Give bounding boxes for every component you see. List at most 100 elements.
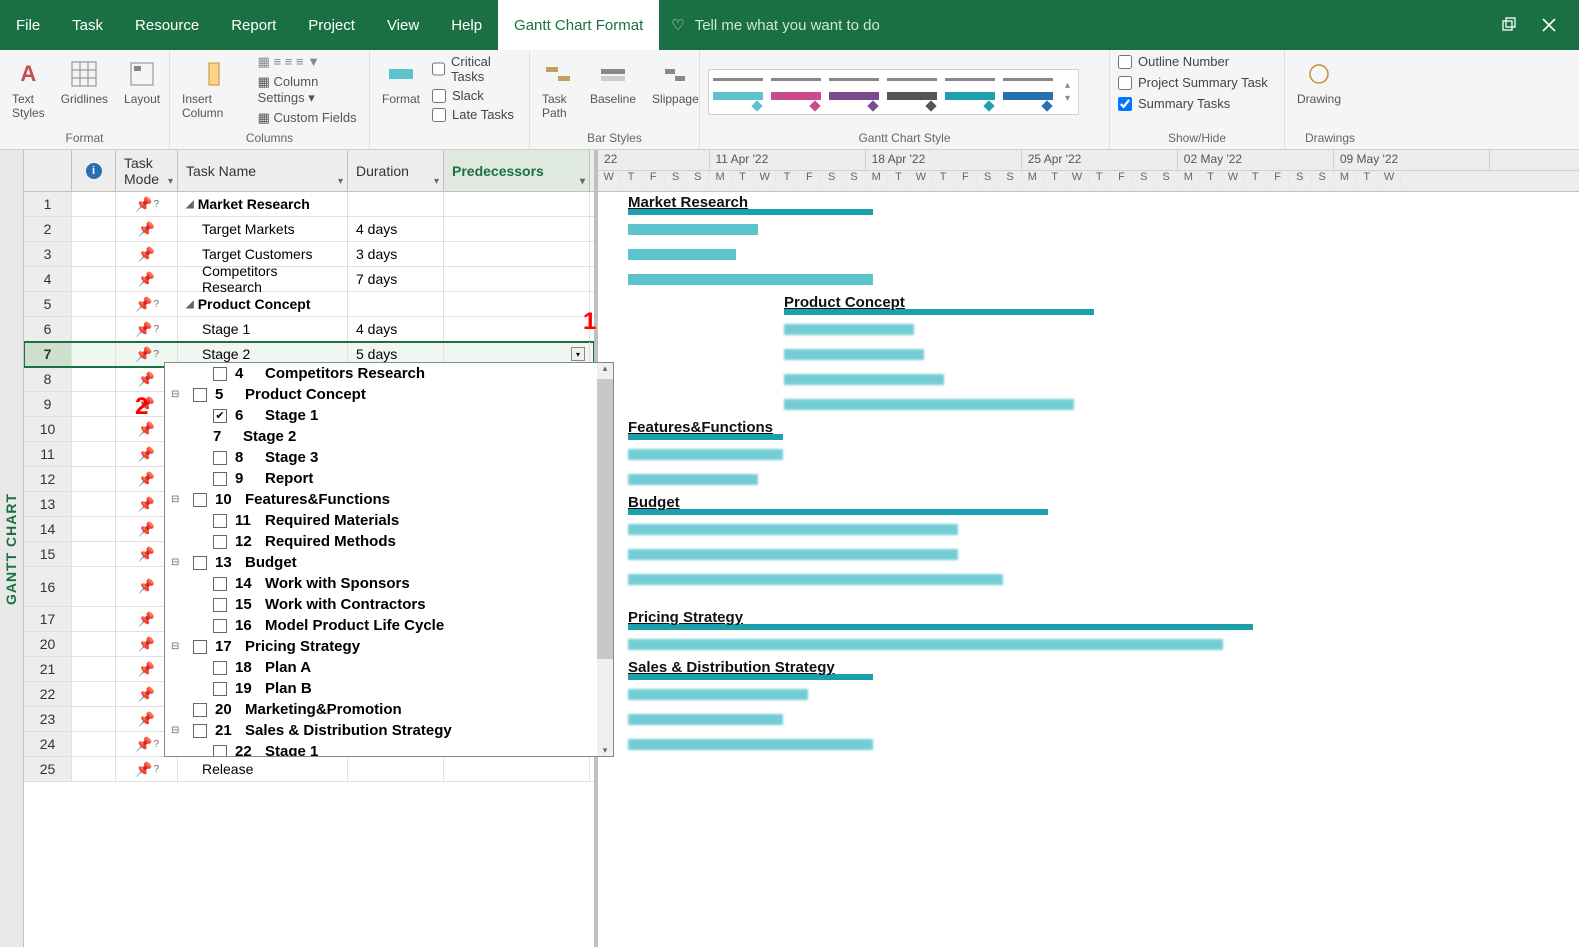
row-number[interactable]: 12: [24, 467, 72, 491]
menu-report[interactable]: Report: [215, 0, 292, 50]
duration-cell[interactable]: [348, 757, 444, 781]
predecessor-option[interactable]: 4Competitors Research: [165, 363, 613, 384]
table-row[interactable]: 5📌◢Product Concept: [24, 292, 594, 317]
checkbox-icon[interactable]: [213, 472, 227, 486]
predecessor-option[interactable]: 10Features&Functions: [165, 489, 613, 510]
task-bar[interactable]: [784, 324, 914, 335]
task-bar[interactable]: [628, 714, 783, 725]
late-tasks-checkbox[interactable]: Late Tasks: [432, 107, 521, 122]
outline-number-checkbox[interactable]: Outline Number: [1118, 54, 1268, 69]
row-number[interactable]: 10: [24, 417, 72, 441]
header-predecessors[interactable]: Predecessors▾: [444, 150, 590, 191]
predecessor-option[interactable]: 17Pricing Strategy: [165, 636, 613, 657]
predecessor-option[interactable]: 11Required Materials: [165, 510, 613, 531]
task-bar[interactable]: [628, 474, 758, 485]
predecessors-cell[interactable]: [444, 292, 590, 316]
duration-cell[interactable]: [348, 292, 444, 316]
row-number[interactable]: 11: [24, 442, 72, 466]
window-close-icon[interactable]: [1539, 15, 1559, 35]
row-number[interactable]: 23: [24, 707, 72, 731]
menu-project[interactable]: Project: [292, 0, 371, 50]
summary-bar[interactable]: [628, 509, 1048, 515]
task-mode-cell[interactable]: 📌: [116, 317, 178, 341]
project-summary-checkbox[interactable]: Project Summary Task: [1118, 75, 1268, 90]
row-number[interactable]: 16: [24, 567, 72, 606]
checkbox-icon[interactable]: [193, 724, 207, 738]
duration-cell[interactable]: 4 days: [348, 217, 444, 241]
task-mode-cell[interactable]: 📌: [116, 242, 178, 266]
predecessors-cell[interactable]: [444, 317, 590, 341]
row-number[interactable]: 2: [24, 217, 72, 241]
collapse-icon[interactable]: ◢: [186, 299, 194, 310]
task-bar[interactable]: [628, 224, 758, 235]
task-mode-cell[interactable]: 📌: [116, 292, 178, 316]
predecessor-option[interactable]: 12Required Methods: [165, 531, 613, 552]
menu-file[interactable]: File: [0, 0, 56, 50]
baseline-button[interactable]: Baseline: [586, 54, 640, 110]
duration-cell[interactable]: 4 days: [348, 317, 444, 341]
gantt-style-gallery[interactable]: ▴▾: [708, 69, 1079, 115]
predecessor-option[interactable]: 19Plan B: [165, 678, 613, 699]
predecessor-option[interactable]: 9Report: [165, 468, 613, 489]
predecessor-option[interactable]: 20Marketing&Promotion: [165, 699, 613, 720]
gallery-more-icon[interactable]: ▴▾: [1061, 80, 1074, 104]
predecessor-option[interactable]: 15Work with Contractors: [165, 594, 613, 615]
checkbox-icon[interactable]: [213, 598, 227, 612]
checkbox-icon[interactable]: [213, 661, 227, 675]
predecessor-option[interactable]: 5Product Concept: [165, 384, 613, 405]
predecessors-cell[interactable]: [444, 242, 590, 266]
table-row[interactable]: 6📌Stage 14 days: [24, 317, 594, 342]
header-task-name[interactable]: Task Name▾: [178, 150, 348, 191]
menu-task[interactable]: Task: [56, 0, 119, 50]
gridlines-button[interactable]: Gridlines: [57, 54, 112, 110]
predecessor-option[interactable]: 18Plan A: [165, 657, 613, 678]
table-row[interactable]: 2📌Target Markets4 days: [24, 217, 594, 242]
predecessor-option[interactable]: 21Sales & Distribution Strategy: [165, 720, 613, 741]
duration-cell[interactable]: [348, 192, 444, 216]
menu-resource[interactable]: Resource: [119, 0, 215, 50]
row-number[interactable]: 4: [24, 267, 72, 291]
column-settings-button[interactable]: ▦ Column Settings ▾: [258, 74, 361, 106]
collapse-icon[interactable]: ◢: [186, 199, 194, 210]
predecessors-dropdown[interactable]: ▾▴ 4Competitors Research5Product Concept…: [164, 362, 614, 757]
task-bar[interactable]: [628, 249, 736, 260]
row-number[interactable]: 24: [24, 732, 72, 756]
predecessor-option[interactable]: 13Budget: [165, 552, 613, 573]
text-styles-button[interactable]: A Text Styles: [8, 54, 49, 124]
checkbox-icon[interactable]: [213, 619, 227, 633]
row-number[interactable]: 7: [24, 342, 72, 366]
table-row[interactable]: 1📌◢Market Research: [24, 192, 594, 217]
row-number[interactable]: 22: [24, 682, 72, 706]
predecessors-cell[interactable]: [444, 192, 590, 216]
duration-cell[interactable]: 7 days: [348, 267, 444, 291]
duration-cell[interactable]: 3 days: [348, 242, 444, 266]
task-bar[interactable]: [628, 574, 1003, 585]
task-bar[interactable]: [784, 374, 944, 385]
row-number[interactable]: 25: [24, 757, 72, 781]
task-bar[interactable]: [628, 274, 873, 285]
row-number[interactable]: 17: [24, 607, 72, 631]
row-number[interactable]: 8: [24, 367, 72, 391]
task-name-cell[interactable]: Stage 1: [178, 317, 348, 341]
task-name-cell[interactable]: ◢Market Research: [178, 192, 348, 216]
task-name-cell[interactable]: Competitors Research: [178, 267, 348, 291]
checkbox-icon[interactable]: ✔: [213, 409, 227, 423]
checkbox-icon[interactable]: [213, 577, 227, 591]
checkbox-icon[interactable]: [193, 556, 207, 570]
predecessors-combo-button[interactable]: ▾: [571, 347, 585, 361]
task-bar[interactable]: [628, 549, 958, 560]
table-row[interactable]: 25📌Release: [24, 757, 594, 782]
format-button[interactable]: Format: [378, 54, 424, 110]
task-mode-cell[interactable]: 📌: [116, 217, 178, 241]
task-bar[interactable]: [628, 449, 783, 460]
predecessor-option[interactable]: ✔6Stage 1: [165, 405, 613, 426]
task-bar[interactable]: [628, 689, 808, 700]
header-duration[interactable]: Duration▾: [348, 150, 444, 191]
task-path-button[interactable]: Task Path: [538, 54, 578, 124]
checkbox-icon[interactable]: [193, 640, 207, 654]
row-number[interactable]: 3: [24, 242, 72, 266]
tell-me-search[interactable]: ♡ Tell me what you want to do: [671, 16, 880, 34]
predecessor-option[interactable]: 16Model Product Life Cycle: [165, 615, 613, 636]
checkbox-icon[interactable]: [213, 745, 227, 758]
gantt-chart-side-label[interactable]: GANTT CHART: [0, 150, 24, 947]
